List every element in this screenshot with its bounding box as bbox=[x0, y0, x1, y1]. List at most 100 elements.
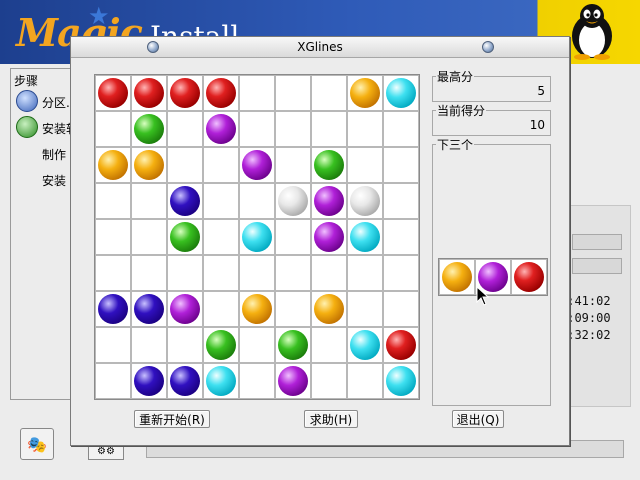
board-cell[interactable] bbox=[167, 111, 203, 147]
blue-ball[interactable] bbox=[170, 366, 200, 396]
board-cell[interactable] bbox=[131, 327, 167, 363]
board-cell[interactable] bbox=[131, 291, 167, 327]
board-cell[interactable] bbox=[311, 147, 347, 183]
cyan-ball[interactable] bbox=[386, 78, 416, 108]
board-cell[interactable] bbox=[167, 183, 203, 219]
board-cell[interactable] bbox=[383, 183, 419, 219]
board-cell[interactable] bbox=[311, 75, 347, 111]
board-cell[interactable] bbox=[239, 363, 275, 399]
board-cell[interactable] bbox=[239, 291, 275, 327]
board-cell[interactable] bbox=[383, 219, 419, 255]
red-ball[interactable] bbox=[170, 78, 200, 108]
board-cell[interactable] bbox=[95, 111, 131, 147]
red-ball[interactable] bbox=[134, 78, 164, 108]
orange-ball[interactable] bbox=[242, 294, 272, 324]
board-cell[interactable] bbox=[275, 363, 311, 399]
board-cell[interactable] bbox=[347, 327, 383, 363]
red-ball[interactable] bbox=[98, 78, 128, 108]
board-cell[interactable] bbox=[131, 255, 167, 291]
board-cell[interactable] bbox=[239, 219, 275, 255]
board-cell[interactable] bbox=[95, 147, 131, 183]
board-cell[interactable] bbox=[311, 255, 347, 291]
board-cell[interactable] bbox=[95, 219, 131, 255]
white-ball[interactable] bbox=[350, 186, 380, 216]
theater-masks-button[interactable]: 🎭 bbox=[20, 428, 54, 460]
board-cell[interactable] bbox=[95, 183, 131, 219]
board-cell[interactable] bbox=[95, 291, 131, 327]
board-cell[interactable] bbox=[95, 75, 131, 111]
board-cell[interactable] bbox=[275, 291, 311, 327]
board-cell[interactable] bbox=[203, 75, 239, 111]
board-cell[interactable] bbox=[239, 327, 275, 363]
red-ball[interactable] bbox=[206, 78, 236, 108]
green-ball[interactable] bbox=[314, 150, 344, 180]
board-cell[interactable] bbox=[347, 219, 383, 255]
board-cell[interactable] bbox=[347, 255, 383, 291]
board-cell[interactable] bbox=[383, 75, 419, 111]
board-cell[interactable] bbox=[95, 327, 131, 363]
board-cell[interactable] bbox=[203, 147, 239, 183]
board-cell[interactable] bbox=[311, 219, 347, 255]
board-cell[interactable] bbox=[239, 111, 275, 147]
board-cell[interactable] bbox=[203, 363, 239, 399]
board-cell[interactable] bbox=[131, 111, 167, 147]
board-cell[interactable] bbox=[347, 147, 383, 183]
board-cell[interactable] bbox=[311, 327, 347, 363]
blue-ball[interactable] bbox=[134, 366, 164, 396]
board-cell[interactable] bbox=[167, 255, 203, 291]
orange-ball[interactable] bbox=[314, 294, 344, 324]
board-cell[interactable] bbox=[383, 147, 419, 183]
help-button[interactable]: 求助(H) bbox=[304, 410, 358, 428]
board-cell[interactable] bbox=[275, 327, 311, 363]
board-cell[interactable] bbox=[383, 291, 419, 327]
purple-ball[interactable] bbox=[206, 114, 236, 144]
board-cell[interactable] bbox=[275, 111, 311, 147]
green-ball[interactable] bbox=[278, 330, 308, 360]
board-cell[interactable] bbox=[131, 75, 167, 111]
cyan-ball[interactable] bbox=[206, 366, 236, 396]
board-cell[interactable] bbox=[275, 219, 311, 255]
cyan-ball[interactable] bbox=[242, 222, 272, 252]
restart-button[interactable]: 重新开始(R) bbox=[134, 410, 210, 428]
quit-button[interactable]: 退出(Q) bbox=[452, 410, 504, 428]
board-cell[interactable] bbox=[239, 183, 275, 219]
board-cell[interactable] bbox=[347, 363, 383, 399]
board-cell[interactable] bbox=[95, 255, 131, 291]
board-cell[interactable] bbox=[383, 111, 419, 147]
board-cell[interactable] bbox=[203, 183, 239, 219]
board-cell[interactable] bbox=[311, 183, 347, 219]
board-cell[interactable] bbox=[167, 291, 203, 327]
board-cell[interactable] bbox=[131, 147, 167, 183]
board-cell[interactable] bbox=[167, 147, 203, 183]
board-cell[interactable] bbox=[239, 147, 275, 183]
game-board[interactable] bbox=[94, 74, 420, 400]
green-ball[interactable] bbox=[206, 330, 236, 360]
board-cell[interactable] bbox=[95, 363, 131, 399]
board-cell[interactable] bbox=[347, 183, 383, 219]
purple-ball[interactable] bbox=[278, 366, 308, 396]
window-close-icon[interactable] bbox=[482, 41, 494, 53]
board-cell[interactable] bbox=[347, 111, 383, 147]
board-cell[interactable] bbox=[383, 327, 419, 363]
board-cell[interactable] bbox=[167, 219, 203, 255]
board-cell[interactable] bbox=[275, 255, 311, 291]
board-cell[interactable] bbox=[203, 219, 239, 255]
board-cell[interactable] bbox=[203, 291, 239, 327]
title-bar[interactable]: XGlines bbox=[71, 37, 569, 58]
blue-ball[interactable] bbox=[98, 294, 128, 324]
board-cell[interactable] bbox=[275, 183, 311, 219]
board-cell[interactable] bbox=[311, 111, 347, 147]
cyan-ball[interactable] bbox=[350, 330, 380, 360]
board-cell[interactable] bbox=[239, 255, 275, 291]
board-cell[interactable] bbox=[131, 183, 167, 219]
board-cell[interactable] bbox=[383, 255, 419, 291]
board-cell[interactable] bbox=[383, 363, 419, 399]
orange-ball[interactable] bbox=[98, 150, 128, 180]
green-ball[interactable] bbox=[134, 114, 164, 144]
board-cell[interactable] bbox=[203, 111, 239, 147]
board-cell[interactable] bbox=[311, 363, 347, 399]
board-cell[interactable] bbox=[347, 75, 383, 111]
cyan-ball[interactable] bbox=[386, 366, 416, 396]
board-cell[interactable] bbox=[167, 75, 203, 111]
purple-ball[interactable] bbox=[314, 186, 344, 216]
